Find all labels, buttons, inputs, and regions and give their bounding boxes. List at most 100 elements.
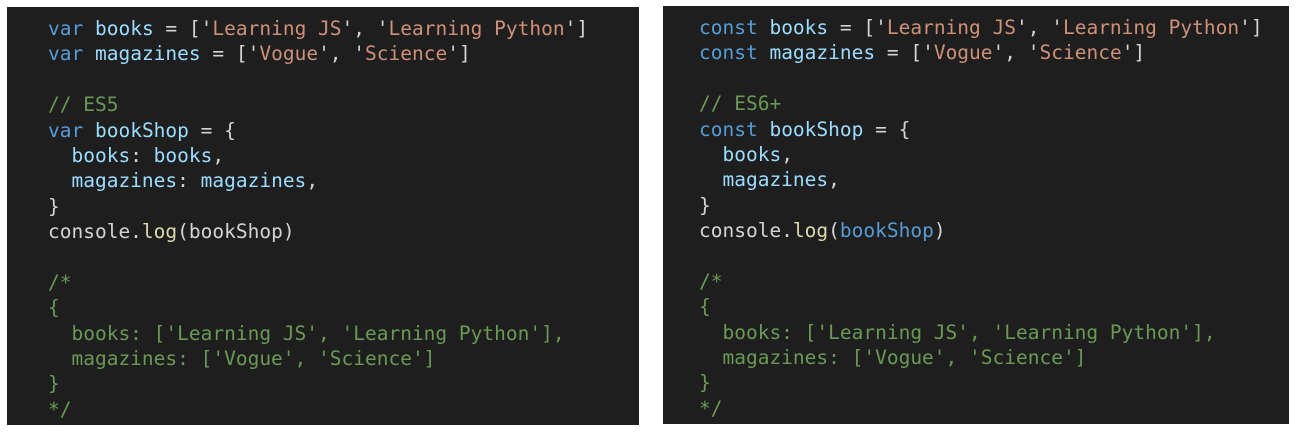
code-token: , — [781, 142, 793, 166]
code-token: /* — [48, 270, 72, 294]
code-token: } — [699, 193, 711, 217]
code-token: console. — [48, 220, 142, 244]
code-token: : — [130, 143, 154, 167]
code-token: magazines: ['Vogue', 'Science'] — [699, 346, 1087, 370]
code-token: '] — [1121, 41, 1146, 65]
code-token: } — [699, 371, 711, 395]
code-token: const — [699, 16, 758, 39]
code-token: = { — [188, 118, 236, 142]
code-line: var books = ['Learning JS', 'Learning Py… — [48, 16, 639, 41]
code-token: console. — [699, 219, 793, 243]
code-line: // ES6+ — [699, 91, 1289, 116]
code-token: magazines — [71, 169, 178, 193]
code-token: // ES5 — [48, 93, 119, 117]
code-token: , — [306, 169, 319, 193]
code-line: books, — [699, 142, 1289, 167]
code-token: Learning Python — [1062, 16, 1240, 39]
code-token: , — [212, 143, 225, 167]
code-panel-es5: var books = ['Learning JS', 'Learning Py… — [7, 7, 639, 425]
code-token: books — [94, 17, 154, 40]
code-token: books — [153, 143, 213, 167]
code-line: */ — [699, 396, 1289, 421]
code-token: books: ['Learning JS', 'Learning Python'… — [699, 320, 1216, 344]
code-token: var — [48, 17, 84, 40]
code-token: { — [699, 295, 711, 319]
code-token: ', ' — [318, 42, 366, 66]
code-line: { — [699, 294, 1289, 319]
code-line: const books = ['Learning JS', 'Learning … — [699, 15, 1289, 40]
code-token: Science — [1039, 41, 1122, 65]
code-token: var — [48, 118, 84, 142]
code-line: // ES5 — [48, 92, 639, 117]
code-token: ', ' — [992, 41, 1040, 65]
code-token: Learning JS — [886, 16, 1016, 39]
code-line: books: ['Learning JS', 'Learning Python'… — [48, 321, 639, 346]
code-token: var — [48, 42, 84, 66]
code-token: ', ' — [341, 17, 389, 40]
code-line: var bookShop = { — [48, 118, 639, 143]
code-token: : — [177, 169, 201, 193]
code-token: Vogue — [259, 42, 319, 66]
code-line: books: books, — [48, 143, 639, 168]
code-token: '] — [1239, 16, 1263, 39]
code-token: */ — [699, 396, 723, 420]
code-token: magazines: ['Vogue', 'Science'] — [48, 347, 436, 371]
code-token: } — [48, 372, 60, 396]
code-line: console.log(bookShop) — [48, 219, 639, 244]
code-token: , — [828, 168, 840, 192]
code-token: = [' — [200, 42, 260, 66]
code-token: log — [792, 219, 829, 243]
code-panel-es6: const books = ['Learning JS', 'Learning … — [663, 6, 1289, 424]
code-line: /* — [48, 270, 639, 295]
code-token: bookShop — [769, 117, 864, 141]
code-line: */ — [48, 397, 639, 422]
code-line: console.log(bookShop) — [699, 218, 1289, 243]
code-token: bookShop — [839, 219, 934, 243]
code-token: Science — [365, 42, 448, 66]
code-token: = [' — [828, 16, 887, 39]
code-line: var magazines = ['Vogue', 'Science'] — [48, 41, 639, 66]
code-token: Learning JS — [212, 17, 342, 40]
code-line: } — [699, 370, 1289, 395]
code-token: ) — [933, 219, 946, 243]
code-line: { — [48, 295, 639, 320]
code-token: books — [71, 143, 131, 167]
code-line: } — [48, 371, 639, 396]
code-token: const — [699, 117, 758, 141]
code-token: magazines — [769, 41, 876, 65]
code-token: // ES6+ — [699, 92, 782, 116]
code-token: books — [769, 16, 829, 39]
code-token: /* — [699, 269, 723, 293]
code-line: books: ['Learning JS', 'Learning Python'… — [699, 320, 1289, 345]
code-token: '] — [564, 17, 589, 40]
code-token: magazines — [722, 168, 829, 192]
code-token: Learning Python — [388, 17, 565, 40]
code-token: ( — [828, 219, 840, 243]
code-token: const — [699, 41, 758, 65]
code-line: } — [48, 194, 639, 219]
code-token: Vogue — [933, 41, 993, 65]
code-token: magazines — [200, 169, 307, 193]
code-token: bookShop — [94, 118, 189, 142]
code-line: const magazines = ['Vogue', 'Science'] — [699, 40, 1289, 65]
code-line: magazines, — [699, 167, 1289, 192]
code-token: ', ' — [1016, 16, 1063, 39]
code-line: magazines: ['Vogue', 'Science'] — [48, 346, 639, 371]
code-token: = [' — [875, 41, 934, 65]
code-token: '] — [447, 42, 471, 66]
code-token: (bookShop) — [177, 220, 295, 244]
code-token: { — [48, 296, 60, 320]
code-token: = [' — [153, 17, 213, 40]
